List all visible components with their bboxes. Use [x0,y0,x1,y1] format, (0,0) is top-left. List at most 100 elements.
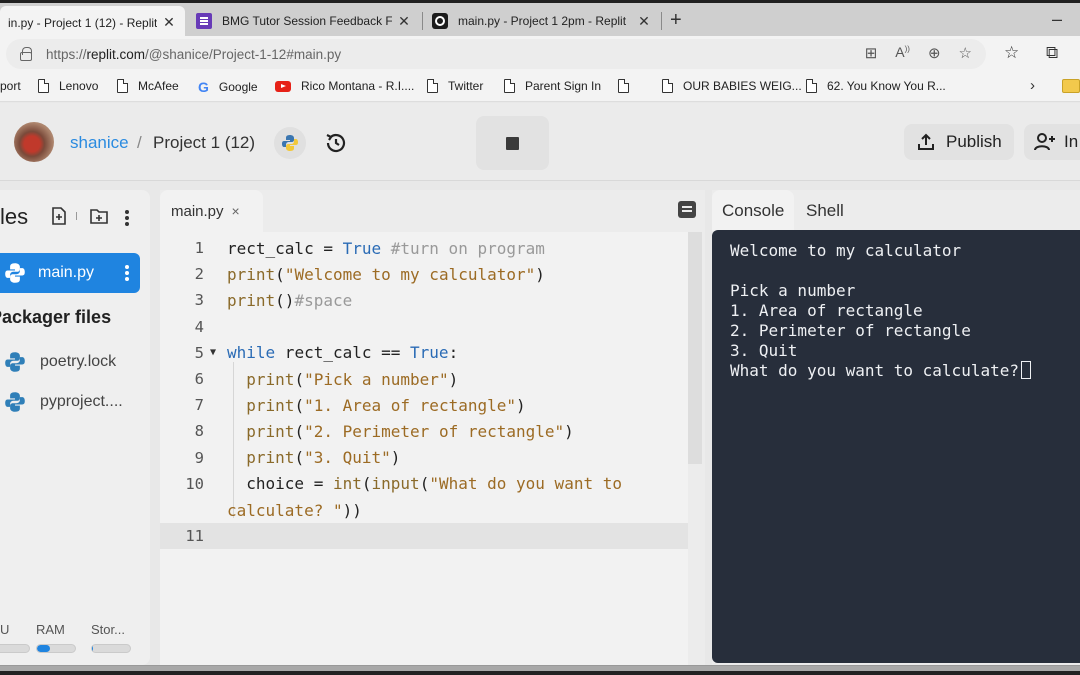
page-icon [117,79,128,93]
file-menu-icon[interactable] [125,271,129,275]
storage-usage-bar [91,644,131,653]
bookmark-untitled[interactable] [618,79,639,93]
url-prefix: https:// [46,46,87,62]
bookmark-label: Twitter [448,79,484,93]
code-line[interactable]: 1 rect_calc = True #turn on program [160,235,688,261]
favorites-icon[interactable]: ☆ [1004,43,1019,63]
close-tab-icon[interactable]: ✕ [636,13,652,30]
tab-console[interactable]: Console [712,190,795,231]
files-menu-icon[interactable] [125,216,129,220]
code-line[interactable]: 6 print("Pick a number") [160,366,688,392]
file-item-pyproject[interactable]: pyproject.... [4,390,123,414]
app-available-icon[interactable]: ⊞ [865,44,878,62]
code-text: print("2. Perimeter of rectangle") [246,421,574,441]
python-language-badge[interactable] [274,127,306,159]
url-text[interactable]: https://replit.com/@shanice/Project-1-12… [46,47,341,62]
bookmark-label: 62. You Know You R... [827,79,946,93]
invite-button[interactable]: In [1024,124,1080,160]
file-item-main-py[interactable]: main.py [0,253,140,293]
youtube-icon [275,80,291,92]
file-item-poetry-lock[interactable]: poetry.lock [4,350,116,374]
line-number: 6 [194,370,204,388]
code-line[interactable]: 5 ▼ while rect_calc == True: [160,340,688,366]
tab-bmg-feedback[interactable]: BMG Tutor Session Feedback Fo ✕ [188,6,420,36]
editor-menu-icon[interactable] [678,201,696,218]
read-aloud-icon[interactable]: A)) [895,44,910,62]
add-user-icon [1034,133,1055,151]
line-number: 8 [194,422,204,441]
code-line[interactable]: 8 print("2. Perimeter of rectangle") [160,418,688,444]
bookmark-our-babies[interactable]: OUR BABIES WEIG... [662,79,802,93]
tab-replit-project-1-12[interactable]: in.py - Project 1 (12) - Replit ✕ [0,6,185,39]
new-file-icon[interactable] [50,207,68,225]
bookmark-mcafee[interactable]: McAfee [117,79,179,93]
page-icon [427,79,438,93]
tab-separator [422,12,423,30]
breadcrumb-project-name[interactable]: Project 1 (12) [153,133,255,153]
screen-bottom-border [0,671,1080,675]
browser-window: in.py - Project 1 (12) - Replit ✕ BMG Tu… [0,0,1080,675]
tab-shell[interactable]: Shell [796,190,854,231]
new-folder-icon[interactable] [90,207,108,225]
breadcrumb-separator: / [137,133,142,152]
google-forms-icon [196,13,212,29]
bookmark-label: McAfee [138,79,179,93]
console-output[interactable]: Welcome to my calculator Pick a number 1… [712,230,1080,663]
bookmark-port[interactable]: port [0,79,21,93]
bookmark-62-you-know[interactable]: 62. You Know You R... [806,79,946,93]
bookmark-rico-montana[interactable]: Rico Montana - R.I.... [275,79,414,93]
history-icon[interactable] [324,131,348,155]
close-tab-icon[interactable]: ✕ [396,13,412,30]
code-line[interactable]: 2 print("Welcome to my calculator") [160,261,688,287]
bookmark-label: Rico Montana - R.I.... [301,79,415,93]
code-line[interactable]: 11 [160,523,688,550]
code-editor[interactable]: 1 rect_calc = True #turn on program 2 print… [160,232,688,665]
code-text: rect_calc = True #turn on program [227,238,545,258]
publish-button[interactable]: Publish [904,124,1014,160]
replit-header: shanice / Project 1 (12) Publish In [0,103,1080,181]
packager-files-title: Packager files [0,307,112,327]
console-panel: Console Shell Welcome to my calculator P… [712,190,1080,665]
stop-button[interactable] [476,116,549,170]
cpu-usage-bar [0,644,30,653]
code-line[interactable]: 3 print()#space [160,287,688,313]
line-number: 1 [194,239,204,257]
tab-replit-project-1-2pm[interactable]: main.py - Project 1 2pm - Replit ✕ [424,6,660,36]
code-line[interactable]: 9 print("3. Quit") [160,445,688,471]
icon-divider [76,212,77,220]
folder-icon[interactable] [1062,79,1080,93]
code-text: choice = int(input("What do you want to [227,474,622,494]
ram-usage-fill [37,645,51,652]
url-path: /@shanice/Project-1-12#main.py [145,46,342,62]
close-editor-tab-icon[interactable]: × [232,203,240,219]
code-line[interactable]: 7 print("1. Area of rectangle") [160,392,688,418]
breadcrumb-username[interactable]: shanice [70,133,129,153]
console-cursor [1020,361,1031,379]
avatar[interactable] [14,122,54,162]
minimize-button[interactable]: – [1052,9,1062,30]
code-line[interactable]: 4 [160,314,688,340]
lock-icon[interactable] [20,47,32,61]
code-line[interactable]: calculate? ")) [160,497,688,523]
close-tab-icon[interactable]: ✕ [161,14,177,31]
editor-tab-main-py[interactable]: main.py × [160,190,263,232]
bookmark-lenovo[interactable]: Lenovo [38,79,98,93]
bookmark-label: port [0,79,21,93]
zoom-icon[interactable]: ⊕ [928,44,941,62]
address-row: https://replit.com/@shanice/Project-1-12… [0,36,1080,72]
bookmark-google[interactable]: G Google [198,79,258,95]
bookmarks-more-chevron-icon[interactable]: › [1030,77,1035,94]
bookmark-label: OUR BABIES WEIG... [683,79,802,93]
invite-label: In [1064,132,1079,151]
address-bar[interactable]: https://replit.com/@shanice/Project-1-12… [6,39,986,69]
line-number: 5 [194,343,204,362]
collections-icon[interactable]: ⧉ [1046,43,1058,63]
new-tab-button[interactable]: + [670,9,682,32]
fold-arrow-icon[interactable]: ▼ [210,347,216,358]
add-favorite-icon[interactable]: ☆ [959,44,972,62]
bookmark-parent-sign-in[interactable]: Parent Sign In [504,79,601,93]
resource-label-ram: RAM [36,622,65,637]
bookmark-twitter[interactable]: Twitter [427,79,483,93]
code-line[interactable]: 10 choice = int(input("What do you want … [160,471,688,497]
editor-scrollbar[interactable] [688,232,702,464]
